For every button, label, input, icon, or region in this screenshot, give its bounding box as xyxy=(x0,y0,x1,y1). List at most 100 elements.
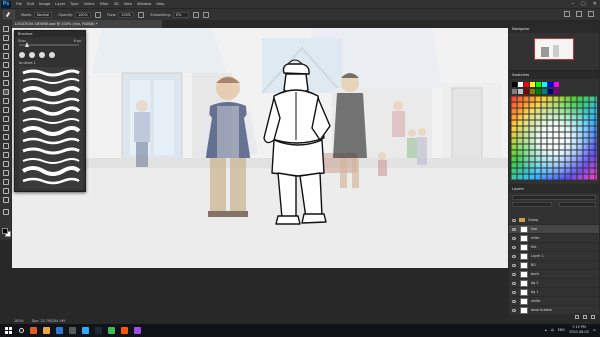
color-swatch[interactable] xyxy=(530,89,535,94)
color-swatch[interactable] xyxy=(512,82,517,87)
brush-group-folder[interactable]: brushes 1 xyxy=(19,61,36,65)
gradient-tool-icon[interactable] xyxy=(3,125,9,131)
hand-tool-icon[interactable] xyxy=(3,188,9,194)
color-swatch[interactable] xyxy=(536,89,541,94)
taskbar-app-icon[interactable] xyxy=(43,327,50,334)
visibility-eye-icon[interactable] xyxy=(512,308,516,312)
menu-window[interactable]: Window xyxy=(137,2,151,6)
visibility-eye-icon[interactable] xyxy=(512,254,516,258)
volume-icon[interactable]: ◂) xyxy=(551,328,554,332)
opacity-field[interactable]: 100% xyxy=(75,11,92,18)
layer-row[interactable]: back xyxy=(509,270,599,279)
color-swatch[interactable] xyxy=(518,89,523,94)
visibility-eye-icon[interactable] xyxy=(512,272,516,276)
marquee-tool-icon[interactable] xyxy=(3,35,9,41)
color-swatch[interactable] xyxy=(512,89,517,94)
layer-row[interactable]: white xyxy=(509,297,599,306)
smoothing-options-icon[interactable] xyxy=(192,11,199,18)
network-icon[interactable]: ▴ xyxy=(545,328,547,332)
recent-brush-1-icon[interactable] xyxy=(19,52,25,58)
taskbar-app-icon[interactable] xyxy=(69,327,76,334)
layer-opacity-field[interactable] xyxy=(559,202,596,207)
visibility-eye-icon[interactable] xyxy=(512,227,516,231)
color-swatch[interactable] xyxy=(524,82,529,87)
language-indicator[interactable]: ENG xyxy=(558,328,565,332)
new-layer-icon[interactable] xyxy=(583,315,587,319)
pressure-opacity-icon[interactable] xyxy=(95,11,102,18)
layer-row[interactable]: BG xyxy=(509,261,599,270)
taskbar-app-icon[interactable] xyxy=(82,327,89,334)
crop-tool-icon[interactable] xyxy=(3,62,9,68)
menu-layer[interactable]: Layer xyxy=(55,2,65,6)
taskbar-app-icon[interactable] xyxy=(30,327,37,334)
foreground-color-swatch[interactable] xyxy=(2,228,8,234)
menu-view[interactable]: View xyxy=(124,2,133,6)
visibility-eye-icon[interactable] xyxy=(512,263,516,267)
menu-image[interactable]: Image xyxy=(39,2,50,6)
workspace-icon[interactable] xyxy=(576,11,582,17)
quick-select-tool-icon[interactable] xyxy=(3,53,9,59)
smoothing-field[interactable]: 0% xyxy=(172,11,189,18)
visibility-eye-icon[interactable] xyxy=(512,290,516,294)
zoom-tool-icon[interactable] xyxy=(3,197,9,203)
close-icon[interactable]: ✕ xyxy=(593,1,597,7)
canvas-area[interactable] xyxy=(12,28,508,320)
taskbar-app-icon[interactable] xyxy=(108,327,115,334)
pen-tool-icon[interactable] xyxy=(3,152,9,158)
color-swatch[interactable] xyxy=(554,82,559,87)
color-swatch[interactable] xyxy=(536,82,541,87)
brush-size-value[interactable]: 6 px xyxy=(74,39,81,43)
minimize-icon[interactable]: – xyxy=(572,1,575,7)
brush-stroke-previews[interactable] xyxy=(19,67,83,189)
share-icon[interactable] xyxy=(588,11,594,17)
healing-tool-icon[interactable] xyxy=(3,80,9,86)
menu-type[interactable]: Type xyxy=(70,2,78,6)
taskbar-app-icon[interactable] xyxy=(134,327,141,334)
history-brush-tool-icon[interactable] xyxy=(3,107,9,113)
visibility-eye-icon[interactable] xyxy=(512,236,516,240)
shape-tool-icon[interactable] xyxy=(3,179,9,185)
color-grid[interactable] xyxy=(511,96,597,180)
layer-filter-field[interactable] xyxy=(512,195,596,200)
layer-row[interactable]: bg 1 xyxy=(509,288,599,297)
layers-tab[interactable]: Layers xyxy=(512,186,524,193)
flow-field[interactable]: 100% xyxy=(118,11,135,18)
layer-row[interactable]: bg 2 xyxy=(509,279,599,288)
clock[interactable]: 7:13 PM 2020-06-03 xyxy=(569,325,589,335)
airbrush-icon[interactable] xyxy=(138,11,145,18)
search-icon[interactable] xyxy=(564,11,570,17)
visibility-eye-icon[interactable] xyxy=(512,281,516,285)
blur-tool-icon[interactable] xyxy=(3,134,9,140)
color-swatch[interactable] xyxy=(548,89,553,94)
layer-row[interactable]: hilite xyxy=(509,234,599,243)
recent-brush-4-icon[interactable] xyxy=(49,52,55,58)
brush-tool-icon[interactable] xyxy=(3,89,9,95)
more-tools-icon[interactable] xyxy=(3,209,9,215)
dodge-tool-icon[interactable] xyxy=(3,143,9,149)
mode-select[interactable]: Normal xyxy=(34,11,53,18)
menu-filter[interactable]: Filter xyxy=(100,2,109,6)
color-swatch[interactable] xyxy=(518,82,523,87)
eraser-tool-icon[interactable] xyxy=(3,116,9,122)
layer-row[interactable]: Layer 1 xyxy=(509,252,599,261)
windows-start-icon[interactable] xyxy=(5,327,12,334)
color-swatch[interactable] xyxy=(542,89,547,94)
color-swatch[interactable] xyxy=(524,89,529,94)
visibility-eye-icon[interactable] xyxy=(512,218,516,222)
new-group-icon[interactable] xyxy=(575,315,579,319)
stamp-tool-icon[interactable] xyxy=(3,98,9,104)
layer-row[interactable]: line xyxy=(509,225,599,234)
canvas-artwork[interactable] xyxy=(12,28,508,268)
blend-mode-select[interactable] xyxy=(512,202,552,207)
taskbar-app-icon[interactable] xyxy=(95,327,102,334)
menu-3d[interactable]: 3D xyxy=(114,2,119,6)
color-swatch[interactable] xyxy=(542,82,547,87)
menu-file[interactable]: File xyxy=(16,2,22,6)
notification-icon[interactable]: ▭ xyxy=(593,328,596,332)
type-tool-icon[interactable] xyxy=(3,161,9,167)
recent-brush-3-icon[interactable] xyxy=(39,52,45,58)
layer-row[interactable]: Group xyxy=(509,216,599,225)
taskbar-app-icon[interactable] xyxy=(121,327,128,334)
pressure-size-icon[interactable] xyxy=(202,11,209,18)
trash-icon[interactable] xyxy=(591,315,595,319)
